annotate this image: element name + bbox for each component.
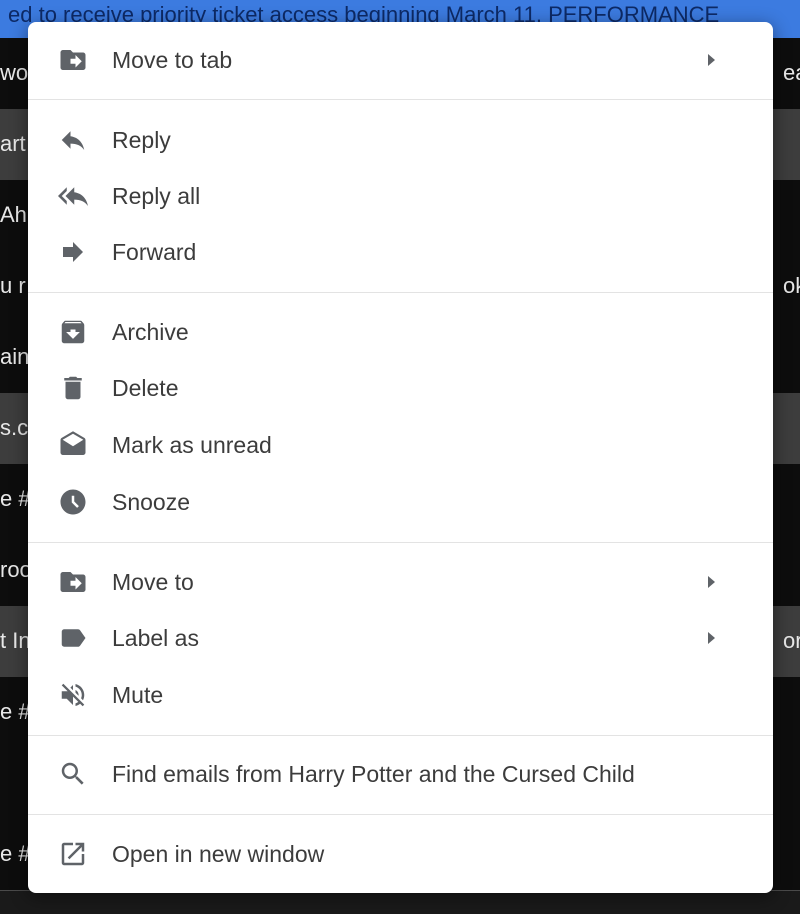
- row-text-left: Ah: [0, 202, 27, 227]
- menu-divider: [28, 542, 773, 543]
- reply-all-icon: [58, 181, 88, 211]
- menu-item-label: Move to tab: [112, 47, 233, 73]
- reply-icon: [58, 125, 88, 155]
- menu-item-label: Mark as unread: [112, 432, 272, 458]
- menu-item-delete[interactable]: Delete: [28, 360, 773, 416]
- menu-item-label-as[interactable]: Label as: [28, 610, 773, 666]
- menu-item-find-emails-from[interactable]: Find emails from Harry Potter and the Cu…: [28, 746, 773, 802]
- menu-item-label: Forward: [112, 239, 197, 265]
- row-text-right: ear: [783, 60, 800, 85]
- chevron-right-icon: [708, 54, 715, 66]
- row-text-left: s.c: [0, 415, 29, 440]
- row-text-left: ain: [0, 344, 30, 369]
- row-text-left: e #: [0, 486, 31, 511]
- row-text-right: ore: [783, 628, 800, 653]
- menu-item-forward[interactable]: Forward: [28, 224, 773, 280]
- menu-item-snooze[interactable]: Snooze: [28, 474, 773, 530]
- menu-item-archive[interactable]: Archive: [28, 304, 773, 360]
- menu-item-reply[interactable]: Reply: [28, 112, 773, 168]
- menu-item-label: Snooze: [112, 489, 191, 515]
- row-text-left: e #: [0, 841, 31, 866]
- menu-item-move-to[interactable]: Move to: [28, 554, 773, 610]
- menu-item-label: Find emails from Harry Potter and the Cu…: [112, 761, 635, 787]
- menu-item-label: Move to: [112, 569, 194, 595]
- menu-item-move-to-tab[interactable]: Move to tab: [28, 32, 773, 88]
- menu-item-mute[interactable]: Mute: [28, 667, 773, 723]
- menu-item-label: Mute: [112, 682, 164, 708]
- trash-icon: [58, 373, 88, 403]
- row-text-left: wo: [0, 60, 29, 85]
- mute-icon: [58, 680, 88, 710]
- open-in-new-icon: [58, 839, 88, 869]
- menu-item-label: Archive: [112, 319, 189, 345]
- search-icon: [58, 759, 88, 789]
- menu-item-reply-all[interactable]: Reply all: [28, 168, 773, 224]
- row-text-left: t In: [0, 628, 31, 653]
- chevron-right-icon: [708, 632, 715, 644]
- menu-divider: [28, 814, 773, 815]
- menu-item-open-in-new-window[interactable]: Open in new window: [28, 826, 773, 882]
- mark-unread-icon: [58, 430, 88, 460]
- row-text-left: e #: [0, 699, 31, 724]
- row-text-left: art: [0, 131, 26, 156]
- chevron-right-icon: [708, 576, 715, 588]
- menu-divider: [28, 99, 773, 100]
- menu-item-mark-as-unread[interactable]: Mark as unread: [28, 417, 773, 473]
- forward-icon: [58, 237, 88, 267]
- move-to-icon: [58, 567, 88, 597]
- menu-divider: [28, 735, 773, 736]
- move-to-tab-icon: [58, 45, 88, 75]
- label-icon: [58, 623, 88, 653]
- row-text-right: ok: [783, 273, 800, 298]
- menu-divider: [28, 292, 773, 293]
- menu-item-label: Reply all: [112, 183, 201, 209]
- menu-item-label: Open in new window: [112, 841, 325, 867]
- menu-item-label: Reply: [112, 127, 171, 153]
- context-menu: Move to tab Reply Reply all Forward Arch…: [28, 22, 773, 893]
- menu-item-label: Label as: [112, 625, 199, 651]
- archive-icon: [58, 317, 88, 347]
- menu-item-label: Delete: [112, 375, 179, 401]
- row-text-left: u r: [0, 273, 26, 298]
- clock-icon: [58, 487, 88, 517]
